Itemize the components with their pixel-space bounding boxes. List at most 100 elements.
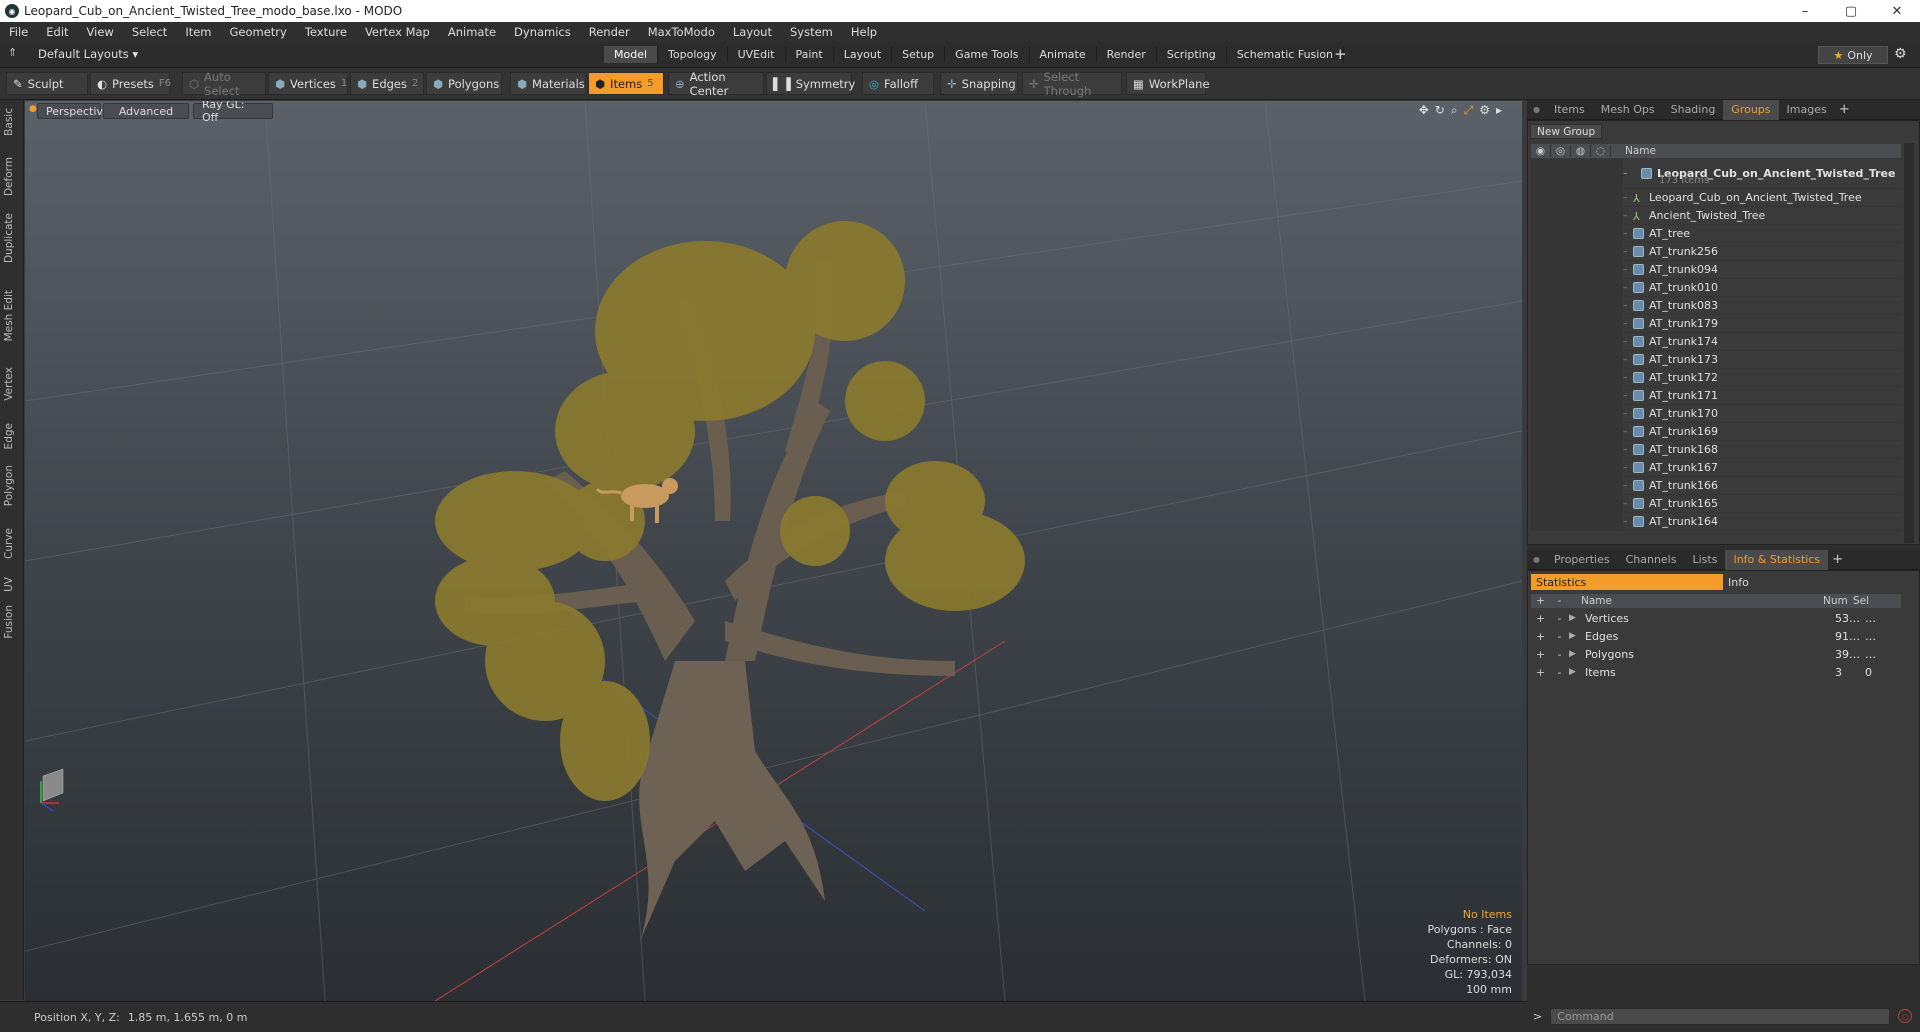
group-item-row[interactable]: – AT_trunk170 — [1531, 404, 1901, 423]
materials-button[interactable]: ⬢ Materials — [510, 72, 586, 95]
group-item-row[interactable]: – AT_trunk083 — [1531, 296, 1901, 315]
collapse-icon[interactable]: – — [1623, 169, 1641, 179]
layout-tab-layout[interactable]: Layout — [834, 46, 893, 63]
layout-collapse-icon[interactable]: ⇑ — [8, 46, 17, 59]
left-tab-edge[interactable]: Edge — [3, 423, 15, 449]
lock-col-icon[interactable]: ◍ — [1571, 145, 1591, 157]
menu-file[interactable]: File — [0, 25, 37, 39]
stat-row[interactable]: + - ▶ Edges 91…… — [1531, 627, 1901, 645]
menu-help[interactable]: Help — [842, 25, 886, 39]
layout-tab-render[interactable]: Render — [1097, 46, 1157, 63]
groups-tab-images[interactable]: Images — [1779, 100, 1835, 120]
layout-tab-uvedit[interactable]: UVEdit — [728, 46, 786, 63]
viewport-options-icon[interactable]: ● — [29, 104, 37, 114]
auto-select-button[interactable]: ⬡ Auto Select — [182, 70, 266, 98]
group-item-row[interactable]: – AT_trunk256 — [1531, 242, 1901, 261]
3d-viewport[interactable]: ● Perspective Advanced Ray GL: Off ✥ ↻ ⌕… — [25, 101, 1522, 1001]
layout-tab-game-tools[interactable]: Game Tools — [945, 46, 1030, 63]
left-tab-duplicate[interactable]: Duplicate — [3, 213, 15, 263]
group-item-row[interactable]: – AT_trunk168 — [1531, 440, 1901, 459]
menu-texture[interactable]: Texture — [296, 25, 356, 39]
group-item-row[interactable]: – AT_trunk164 — [1531, 512, 1901, 531]
menu-render[interactable]: Render — [580, 25, 639, 39]
layout-tab-topology[interactable]: Topology — [658, 46, 728, 63]
left-tab-deform[interactable]: Deform — [3, 157, 15, 196]
group-item-row[interactable]: – AT_trunk171 — [1531, 386, 1901, 405]
menu-maxtomodo[interactable]: MaxToModo — [639, 25, 724, 39]
record-macro-icon[interactable]: ○ — [1898, 1009, 1913, 1023]
left-tab-vertex[interactable]: Vertex — [3, 367, 15, 401]
expand-arrow-icon[interactable]: ▶ — [1569, 631, 1585, 641]
statistics-subtab[interactable]: Statistics — [1531, 574, 1723, 590]
left-tab-curve[interactable]: Curve — [3, 528, 15, 559]
left-tab-uv[interactable]: UV — [3, 577, 15, 592]
left-tab-mesh-edit[interactable]: Mesh Edit — [3, 290, 15, 341]
add-stat-icon[interactable]: + — [1531, 666, 1550, 679]
workplane-button[interactable]: ▦ WorkPlane — [1126, 72, 1210, 95]
view-type-button[interactable]: Perspective — [37, 103, 110, 119]
group-item-row[interactable]: – AT_trunk173 — [1531, 350, 1901, 369]
info-tab-properties[interactable]: Properties — [1546, 550, 1618, 570]
group-item-row[interactable]: – ⅄ Leopard_Cub_on_Ancient_Twisted_Tree — [1531, 188, 1901, 207]
layout-tab-scripting[interactable]: Scripting — [1157, 46, 1227, 63]
name-column-header[interactable]: Name — [1625, 145, 1656, 157]
groups-tab-items[interactable]: Items — [1546, 100, 1593, 120]
vertices-button[interactable]: ⬢ Vertices 1 — [268, 72, 348, 95]
pan-icon[interactable]: ✥ — [1419, 103, 1429, 118]
visibility-col-icon[interactable]: ◉ — [1531, 145, 1551, 157]
layout-tab-model[interactable]: Model — [604, 46, 659, 63]
group-item-row[interactable]: – AT_trunk174 — [1531, 332, 1901, 351]
group-item-row[interactable]: – ⅄ Ancient_Twisted_Tree — [1531, 206, 1901, 225]
group-item-row[interactable]: – AT_trunk179 — [1531, 314, 1901, 333]
remove-stat-icon[interactable]: - — [1550, 612, 1569, 625]
raygl-button[interactable]: Ray GL: Off — [193, 101, 273, 124]
select-col-icon[interactable]: ◌ — [1591, 145, 1611, 157]
add-stat-icon[interactable]: + — [1531, 630, 1550, 643]
group-item-row[interactable]: – AT_trunk165 — [1531, 494, 1901, 513]
maximize-button[interactable]: ▢ — [1828, 4, 1874, 19]
group-item-row[interactable]: – AT_trunk166 — [1531, 476, 1901, 495]
only-toggle[interactable]: ★ Only — [1818, 46, 1888, 64]
info-tab-lists[interactable]: Lists — [1684, 550, 1725, 570]
remove-stat-icon[interactable]: - — [1550, 666, 1569, 679]
gear-icon[interactable]: ⚙ — [1894, 46, 1907, 62]
group-root-row[interactable]: – Leopard_Cub_on_Ancient_Twisted_Tree 17… — [1531, 158, 1901, 189]
groups-panel-menu-icon[interactable]: ● — [1533, 105, 1540, 114]
snapping-button[interactable]: ✛ Snapping — [940, 72, 1018, 95]
command-input[interactable]: Command — [1550, 1007, 1891, 1025]
info-add-tab-icon[interactable]: + — [1832, 552, 1843, 567]
remove-stat-icon[interactable]: - — [1550, 630, 1569, 643]
groups-tab-mesh-ops[interactable]: Mesh Ops — [1593, 100, 1663, 120]
group-item-row[interactable]: – AT_trunk169 — [1531, 422, 1901, 441]
layout-selector[interactable]: Default Layouts ▾ — [38, 47, 138, 61]
select-through-button[interactable]: ✛ Select Through — [1022, 70, 1122, 98]
render-col-icon[interactable]: ◎ — [1551, 145, 1571, 157]
sculpt-button[interactable]: ✎ Sculpt — [6, 72, 88, 95]
layout-tab-setup[interactable]: Setup — [892, 46, 946, 63]
group-item-row[interactable]: – AT_trunk010 — [1531, 278, 1901, 297]
menu-select[interactable]: Select — [123, 25, 176, 39]
viewport-settings-icon[interactable]: ⚙ — [1479, 103, 1490, 118]
add-stat-icon[interactable]: + — [1531, 648, 1550, 661]
add-stat-icon[interactable]: + — [1531, 612, 1550, 625]
group-item-row[interactable]: – AT_tree — [1531, 224, 1901, 243]
groups-add-tab-icon[interactable]: + — [1839, 102, 1850, 117]
menu-item[interactable]: Item — [176, 25, 220, 39]
minimize-button[interactable]: – — [1782, 4, 1828, 19]
expand-all-icon[interactable]: + — [1531, 595, 1550, 607]
group-item-row[interactable]: – AT_trunk094 — [1531, 260, 1901, 279]
close-button[interactable]: ✕ — [1874, 4, 1920, 19]
menu-view[interactable]: View — [78, 25, 123, 39]
info-tab-channels[interactable]: Channels — [1618, 550, 1685, 570]
new-group-button[interactable]: New Group — [1530, 124, 1603, 139]
menu-edit[interactable]: Edit — [37, 25, 77, 39]
groups-tab-shading[interactable]: Shading — [1663, 100, 1724, 120]
rotate-icon[interactable]: ↻ — [1435, 103, 1445, 118]
menu-system[interactable]: System — [781, 25, 842, 39]
layout-tab-paint[interactable]: Paint — [786, 46, 834, 63]
group-item-row[interactable]: – AT_trunk172 — [1531, 368, 1901, 387]
menu-animate[interactable]: Animate — [439, 25, 505, 39]
layout-tab-schematic-fusion[interactable]: Schematic Fusion — [1227, 46, 1345, 63]
falloff-button[interactable]: ◎ Falloff — [862, 72, 934, 95]
expand-arrow-icon[interactable]: ▶ — [1569, 667, 1585, 677]
